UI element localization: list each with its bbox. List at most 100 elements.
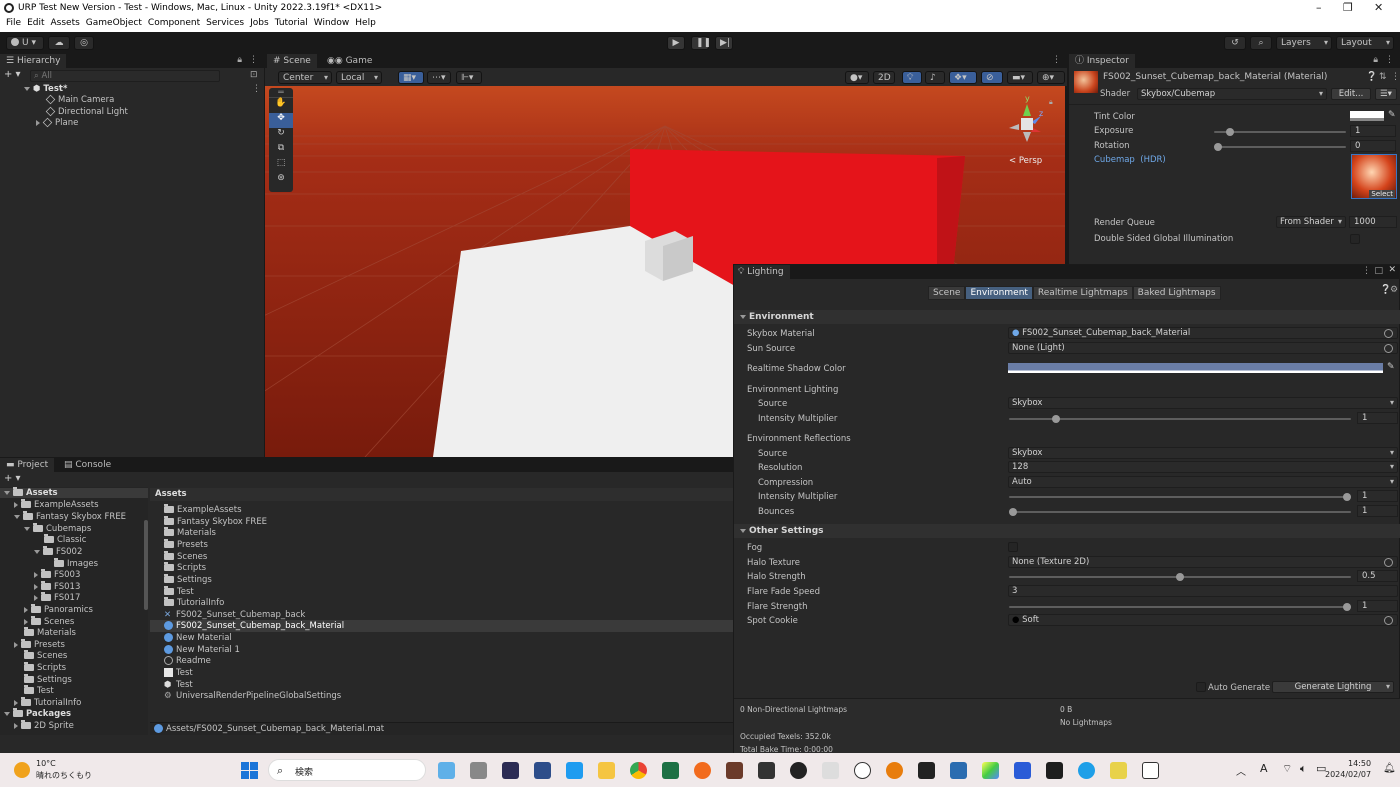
render-queue-input[interactable]: 1000: [1349, 216, 1397, 228]
slider-knob[interactable]: [1009, 508, 1017, 516]
transform-tool-icon[interactable]: ⊛: [269, 173, 293, 188]
tab-game[interactable]: ◉◉ Game: [321, 54, 378, 68]
more-options-icon[interactable]: ⋮: [1362, 266, 1371, 276]
tab-baked-lightmaps[interactable]: Baked Lightmaps: [1132, 286, 1221, 300]
generate-lighting-button[interactable]: Generate Lighting: [1272, 681, 1394, 693]
expand-arrow-icon[interactable]: [14, 501, 18, 508]
step-button[interactable]: ▶|: [715, 36, 733, 50]
search-button[interactable]: ⌕: [1250, 36, 1272, 50]
asset-item-readme[interactable]: Readme: [164, 656, 211, 666]
halo-strength-slider[interactable]: [1009, 573, 1351, 581]
app-icon[interactable]: [502, 762, 519, 779]
taskbar-search[interactable]: ⌕ 検索: [268, 759, 426, 781]
asset-item-urp-settings[interactable]: ⚙ UniversalRenderPipelineGlobalSettings: [164, 691, 341, 701]
expand-arrow-icon[interactable]: [14, 514, 20, 519]
tree-fs013[interactable]: FS013: [34, 581, 80, 592]
menu-jobs[interactable]: Jobs: [250, 18, 269, 28]
chrome-icon[interactable]: [630, 762, 647, 779]
bounces-input[interactable]: 1: [1357, 505, 1398, 517]
menu-gameobject[interactable]: GameObject: [86, 18, 142, 28]
tree-fantasy-skybox[interactable]: Fantasy Skybox FREE: [14, 511, 126, 522]
compression-dropdown[interactable]: Auto: [1008, 476, 1398, 488]
expand-arrow-icon[interactable]: [34, 583, 38, 590]
tree-settings[interactable]: Settings: [24, 674, 72, 685]
dsgi-checkbox[interactable]: [1350, 234, 1360, 244]
asset-item-fantasy-skybox[interactable]: Fantasy Skybox FREE: [164, 516, 267, 527]
tree-fs017[interactable]: FS017: [34, 592, 80, 603]
expand-arrow-icon[interactable]: [4, 711, 10, 716]
unity-taskbar-icon[interactable]: [1142, 762, 1159, 779]
tab-scene-lighting[interactable]: Scene: [928, 286, 966, 300]
slider-knob[interactable]: [1052, 415, 1061, 423]
powershell-icon[interactable]: [1014, 762, 1031, 779]
expand-arrow-icon[interactable]: [34, 549, 40, 554]
minimize-button[interactable]: –: [1316, 1, 1322, 14]
tab-environment[interactable]: Environment: [965, 286, 1033, 300]
ime-indicator[interactable]: A: [1260, 762, 1268, 775]
tab-project[interactable]: ▬ Project: [0, 458, 55, 472]
bounces-slider[interactable]: [1009, 508, 1351, 516]
app-dark-icon[interactable]: [758, 762, 775, 779]
app-black-icon[interactable]: [918, 762, 935, 779]
object-picker-icon[interactable]: [1384, 329, 1393, 338]
menu-assets[interactable]: Assets: [51, 18, 80, 28]
scene-more-icon[interactable]: ⋮: [1052, 55, 1061, 65]
cloud-button[interactable]: ☁: [48, 36, 70, 50]
edge-icon[interactable]: [1078, 762, 1095, 779]
eyedropper-icon[interactable]: ✎: [1388, 110, 1396, 120]
flare-strength-slider[interactable]: [1009, 603, 1351, 611]
render-queue-dropdown[interactable]: From Shader: [1276, 216, 1346, 228]
material-menu-icon[interactable]: ⋮: [1391, 72, 1400, 82]
tab-inspector[interactable]: ⓘ Inspector: [1069, 54, 1135, 68]
asset-item-scenes[interactable]: Scenes: [164, 551, 207, 562]
app-color-icon[interactable]: [982, 762, 999, 779]
grid-toggle-button[interactable]: ⋯▾: [427, 71, 451, 84]
tree-scenes[interactable]: Scenes: [24, 650, 67, 661]
asset-item-presets[interactable]: Presets: [164, 539, 208, 550]
menu-tutorial[interactable]: Tutorial: [275, 18, 308, 28]
notifications-icon[interactable]: 🔔︎: [1383, 763, 1396, 774]
foldout-icon[interactable]: [740, 314, 746, 319]
asset-item-scripts[interactable]: Scripts: [164, 562, 206, 573]
services-button[interactable]: ◎: [74, 36, 94, 50]
hierarchy-item-directional-light[interactable]: Directional Light: [45, 106, 128, 117]
eyedropper-icon[interactable]: ✎: [1387, 362, 1395, 372]
hierarchy-search-input[interactable]: ⌕ All: [30, 70, 220, 82]
flare-fade-input[interactable]: 3: [1008, 585, 1398, 597]
object-picker-icon[interactable]: [1384, 558, 1393, 567]
tree-images[interactable]: Images: [54, 558, 98, 569]
expand-arrow-icon[interactable]: [4, 490, 10, 495]
audio-toggle[interactable]: ♪: [925, 71, 945, 84]
halo-strength-input[interactable]: 0.5: [1357, 570, 1398, 582]
cubemap-thumbnail[interactable]: Select: [1351, 154, 1397, 199]
menu-edit[interactable]: Edit: [27, 18, 44, 28]
play-button[interactable]: ▶: [667, 36, 685, 50]
hidden-objects-toggle[interactable]: ⊘: [981, 71, 1003, 84]
tree-materials[interactable]: Materials: [24, 627, 76, 638]
menu-file[interactable]: File: [6, 18, 21, 28]
tree-panoramics[interactable]: Panoramics: [24, 604, 93, 615]
clock-date[interactable]: 2024/02/07: [1325, 770, 1371, 779]
maximize-button[interactable]: ❐: [1343, 1, 1353, 14]
rotation-input[interactable]: 0: [1350, 140, 1396, 152]
slider-knob[interactable]: [1214, 143, 1222, 151]
gizmos-button[interactable]: ⊕▾: [1037, 71, 1065, 84]
close-button[interactable]: ✕: [1374, 1, 1383, 14]
resolution-dropdown[interactable]: 128: [1008, 461, 1398, 473]
account-button[interactable]: U ▾: [6, 36, 44, 50]
tree-tutorial-info[interactable]: TutorialInfo: [14, 697, 81, 708]
undo-history-button[interactable]: ↺: [1224, 36, 1246, 50]
skybox-material-field[interactable]: ● FS002_Sunset_Cubemap_back_Material: [1008, 327, 1398, 339]
foldout-icon[interactable]: [740, 528, 746, 533]
tree-assets[interactable]: Assets: [0, 487, 148, 498]
clock-time[interactable]: 14:50: [1348, 759, 1371, 768]
asset-item-tutorial-info[interactable]: TutorialInfo: [164, 597, 224, 608]
excel-icon[interactable]: [662, 762, 679, 779]
tree-classic[interactable]: Classic: [44, 534, 86, 545]
tab-hierarchy[interactable]: ☰ Hierarchy: [0, 54, 67, 68]
app-circle-icon[interactable]: [790, 762, 807, 779]
shader-dropdown[interactable]: Skybox/Cubemap: [1137, 88, 1327, 100]
app-yellow-icon[interactable]: [1110, 762, 1127, 779]
lock-icon[interactable]: 🔒︎: [237, 55, 242, 65]
scene-menu-icon[interactable]: ⋮: [252, 84, 261, 94]
